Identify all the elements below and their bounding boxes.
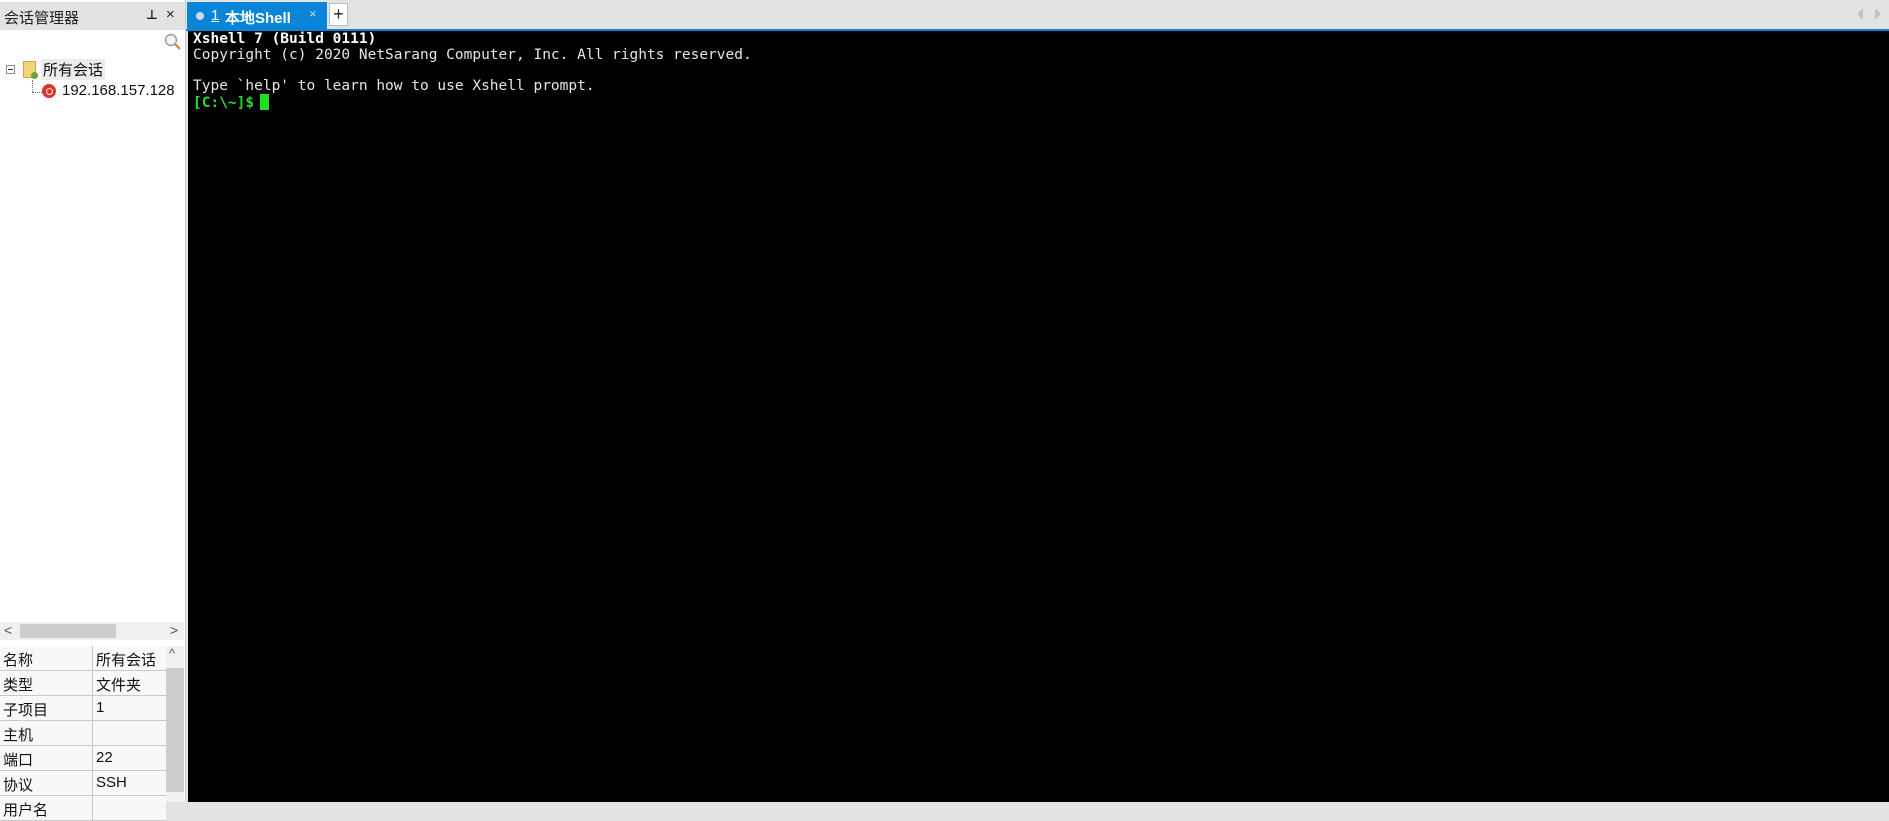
scrollbar-thumb[interactable] (20, 624, 116, 638)
terminal-line: Type `help' to learn how to use Xshell p… (193, 78, 595, 94)
add-tab-button[interactable]: + (329, 3, 348, 26)
tab-bar: 1 本地Shell × + (186, 0, 1889, 29)
scrollbar-thumb[interactable] (166, 668, 184, 792)
session-search-input[interactable] (0, 31, 184, 55)
terminal-line: Copyright (c) 2020 NetSarang Computer, I… (193, 47, 752, 63)
property-row: 名称 所有会话 (0, 646, 166, 671)
tab-local-shell[interactable]: 1 本地Shell × (187, 2, 327, 29)
scroll-up-icon[interactable]: ^ (169, 646, 175, 661)
terminal-prompt-line: [C:\~]$ (193, 94, 270, 111)
collapse-icon[interactable] (6, 65, 15, 74)
property-row: 主机 (0, 721, 166, 746)
property-key: 协议 (3, 777, 34, 794)
property-value: 1 (96, 699, 105, 716)
property-key: 类型 (3, 677, 34, 694)
vertical-scrollbar[interactable]: ^ (166, 646, 184, 802)
session-manager-panel: 会话管理器 ⊥ × 所有会话 192.168.157.128 < > 名称 所有会… (0, 0, 186, 821)
tab-scroll-left-icon[interactable] (1857, 8, 1863, 20)
tree-node-session[interactable]: 192.168.157.128 (62, 82, 175, 99)
terminal-line: Xshell 7 (Build 0111) (193, 31, 377, 47)
session-tree: 所有会话 (0, 58, 184, 618)
tree-node-label: 所有会话 (41, 59, 106, 80)
properties-table: 名称 所有会话 类型 文件夹 子项目 1 主机 端口 22 协议 SSH 用户名 (0, 646, 166, 821)
session-icon (42, 84, 56, 98)
tab-number: 1 (211, 7, 220, 24)
terminal[interactable]: Xshell 7 (Build 0111) Copyright (c) 2020… (188, 31, 1889, 802)
property-value: SSH (96, 774, 127, 791)
property-key: 用户名 (3, 802, 49, 819)
horizontal-scrollbar[interactable]: < > (0, 622, 184, 640)
close-icon[interactable]: × (166, 6, 175, 23)
shell-prompt: [C:\~]$ (193, 95, 255, 111)
property-key: 子项目 (3, 702, 49, 719)
text-cursor (260, 94, 270, 110)
property-value: 文件夹 (96, 677, 142, 694)
scroll-left-icon[interactable]: < (4, 622, 12, 638)
session-manager-title: 会话管理器 (4, 10, 80, 27)
property-row: 协议 SSH (0, 771, 166, 796)
tree-connector (32, 92, 42, 93)
property-key: 端口 (3, 752, 34, 769)
scroll-right-icon[interactable]: > (170, 622, 178, 638)
tree-node-all-sessions[interactable]: 所有会话 (0, 58, 184, 80)
tab-status-dot-icon (196, 12, 204, 20)
folder-icon (23, 61, 38, 79)
property-row: 类型 文件夹 (0, 671, 166, 696)
property-key: 主机 (3, 727, 34, 744)
property-row: 子项目 1 (0, 696, 166, 721)
tab-close-icon[interactable]: × (309, 6, 317, 21)
property-value: 所有会话 (96, 652, 157, 669)
tab-scroll-right-icon[interactable] (1875, 8, 1881, 20)
property-row: 用户名 (0, 796, 166, 821)
tab-label: 本地Shell (225, 10, 291, 27)
property-key: 名称 (3, 652, 34, 669)
property-value: 22 (96, 749, 113, 766)
search-icon[interactable] (164, 33, 182, 51)
tree-connector (32, 80, 33, 92)
property-row: 端口 22 (0, 746, 166, 771)
session-manager-header: 会话管理器 ⊥ × (0, 2, 185, 30)
pin-icon[interactable]: ⊥ (146, 7, 158, 23)
